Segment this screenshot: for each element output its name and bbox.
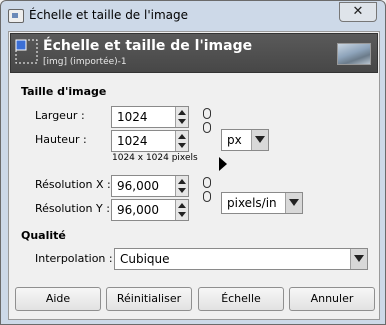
res-x-spinbox[interactable]: 96,000 [111, 175, 189, 197]
resolution-unit-value: pixels/in [227, 196, 277, 210]
width-spinbox[interactable]: 1024 [111, 106, 189, 128]
cancel-button[interactable]: Annuler [289, 287, 375, 311]
header-title: Échelle et taille de l'image [43, 38, 253, 54]
height-spinbox[interactable]: 1024 [111, 130, 189, 152]
res-x-value: 96,000 [117, 179, 159, 193]
width-stepper[interactable] [175, 107, 188, 127]
section-title-quality: Qualité [21, 229, 66, 242]
interpolation-select[interactable]: Cubique [114, 248, 368, 270]
height-stepper[interactable] [175, 131, 188, 151]
section-title-size: Taille d'image [21, 85, 107, 98]
mouse-cursor-icon [219, 157, 227, 171]
spin-down-icon[interactable] [178, 188, 186, 193]
res-y-stepper[interactable] [175, 200, 188, 220]
spin-up-icon[interactable] [178, 110, 186, 115]
window-title: Échelle et taille de l'image [29, 8, 189, 22]
app-icon [8, 9, 24, 23]
spin-up-icon[interactable] [178, 179, 186, 184]
interpolation-label: Interpolation : [35, 252, 113, 265]
width-value: 1024 [117, 110, 148, 124]
chevron-down-icon[interactable] [350, 249, 367, 269]
unit-select[interactable]: px [221, 129, 269, 151]
title-bar: Échelle et taille de l'image ✕ [1, 1, 385, 31]
spin-up-icon[interactable] [178, 134, 186, 139]
res-x-stepper[interactable] [175, 176, 188, 196]
unit-value: px [227, 133, 242, 147]
size-hint: 1024 x 1024 pixels [112, 153, 198, 163]
res-y-label: Résolution Y : [35, 202, 110, 215]
chevron-down-icon[interactable] [285, 193, 302, 213]
resolution-unit-select[interactable]: pixels/in [221, 192, 303, 214]
header-panel: Échelle et taille de l'image [img] (impo… [10, 33, 378, 73]
spin-down-icon[interactable] [178, 119, 186, 124]
height-label: Hauteur : [35, 133, 87, 146]
spin-down-icon[interactable] [178, 143, 186, 148]
width-label: Largeur : [35, 109, 85, 122]
spin-up-icon[interactable] [178, 203, 186, 208]
res-y-spinbox[interactable]: 96,000 [111, 199, 189, 221]
reset-button[interactable]: Réinitialiser [106, 287, 192, 311]
chain-link-icon[interactable] [202, 177, 212, 217]
chain-link-icon[interactable] [202, 108, 212, 148]
close-button[interactable]: ✕ [339, 2, 377, 22]
res-y-value: 96,000 [117, 203, 159, 217]
height-value: 1024 [117, 134, 148, 148]
interpolation-value: Cubique [120, 252, 170, 266]
dialog-content: Échelle et taille de l'image [img] (impo… [8, 31, 380, 320]
help-button[interactable]: Aide [15, 287, 101, 311]
chevron-down-icon[interactable] [251, 130, 268, 150]
image-thumbnail [337, 43, 371, 65]
header-subtitle: [img] (importée)-1 [43, 57, 127, 67]
scale-image-icon [15, 39, 38, 64]
res-x-label: Résolution X : [35, 178, 111, 191]
scale-button[interactable]: Échelle [198, 287, 284, 311]
spin-down-icon[interactable] [178, 212, 186, 217]
dialog-window: Échelle et taille de l'image ✕ Échelle e… [0, 0, 386, 325]
